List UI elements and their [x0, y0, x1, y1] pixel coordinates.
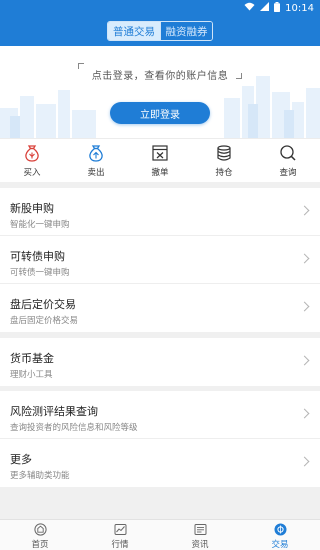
home-icon [33, 523, 47, 536]
menu-item-subtitle: 智能化一键申购 [10, 220, 70, 230]
trade-mode-switch: 普通交易 融资融券 [107, 21, 213, 41]
top-header: 普通交易 融资融券 [0, 16, 320, 46]
login-hint-text: 点击登录，查看你的账户信息 [91, 71, 229, 82]
quick-action-label: 持仓 [215, 168, 233, 178]
chevron-right-icon [299, 456, 310, 467]
chevron-right-icon [299, 301, 310, 312]
wifi-icon [244, 2, 255, 14]
quick-action-buy[interactable]: 买入 [0, 139, 64, 182]
tab-market[interactable]: 行情 [90, 520, 150, 550]
login-banner: 点击登录，查看你的账户信息 立即登录 [0, 46, 320, 138]
city-skyline-illustration [0, 76, 320, 138]
sell-moneybag-icon [89, 145, 103, 162]
quick-action-cancel-order[interactable]: 撤单 [128, 139, 192, 182]
quick-action-label: 买入 [23, 168, 41, 178]
menu-item-subtitle: 盘后固定价格交易 [10, 316, 79, 326]
menu-item-title: 货币基金 [10, 352, 54, 365]
quick-actions: 买入 卖出 撤单 持仓 查询 [0, 138, 320, 182]
menu-group-other: 风险测评结果查询 查询投资者的风险信息和风险等级 更多 更多辅助类功能 [0, 391, 320, 487]
menu-item-ipo-subscription[interactable]: 新股申购 智能化一键申购 [0, 188, 320, 236]
menu-item-title: 风险测评结果查询 [10, 405, 98, 418]
trade-icon [274, 523, 286, 536]
menu-item-title: 盘后定价交易 [10, 298, 76, 311]
tab-normal-trade[interactable]: 普通交易 [108, 22, 160, 40]
hint-bracket-right [236, 73, 242, 79]
market-icon [114, 524, 126, 535]
quick-action-sell[interactable]: 卖出 [64, 139, 128, 182]
cancel-order-icon [152, 145, 168, 161]
status-bar: 10:14 [0, 0, 320, 16]
chevron-right-icon [299, 253, 310, 264]
quick-action-label: 卖出 [87, 168, 105, 178]
menu-item-money-fund[interactable]: 货币基金 理财小工具 [0, 338, 320, 386]
menu-item-after-hours-trading[interactable]: 盘后定价交易 盘后固定价格交易 [0, 284, 320, 332]
clock: 10:14 [285, 2, 314, 14]
menu-item-title: 可转债申购 [10, 250, 65, 263]
menu-item-more[interactable]: 更多 更多辅助类功能 [0, 439, 320, 487]
quick-action-query[interactable]: 查询 [256, 139, 320, 182]
menu-item-subtitle: 可转债一键申购 [10, 268, 70, 278]
buy-moneybag-icon [25, 145, 39, 162]
quick-action-label: 撤单 [151, 168, 169, 178]
menu-item-subtitle: 更多辅助类功能 [10, 471, 70, 481]
chevron-right-icon [299, 408, 310, 419]
menu-item-risk-assessment[interactable]: 风险测评结果查询 查询投资者的风险信息和风险等级 [0, 391, 320, 439]
news-icon [194, 524, 206, 535]
tab-label: 首页 [31, 540, 49, 550]
quick-action-holdings[interactable]: 持仓 [192, 139, 256, 182]
menu-item-convertible-bond[interactable]: 可转债申购 可转债一键申购 [0, 236, 320, 284]
quick-action-label: 查询 [279, 168, 297, 178]
tab-trade[interactable]: 交易 [250, 520, 310, 550]
tab-home[interactable]: 首页 [10, 520, 70, 550]
chevron-right-icon [299, 205, 310, 216]
login-button[interactable]: 立即登录 [110, 102, 210, 124]
tab-news[interactable]: 资讯 [170, 520, 230, 550]
tab-label: 行情 [111, 540, 129, 550]
battery-icon [274, 1, 281, 15]
coins-stack-icon [217, 145, 231, 161]
tab-margin-trade[interactable]: 融资融券 [160, 22, 212, 40]
tab-label: 资讯 [191, 540, 209, 550]
search-icon [280, 145, 296, 161]
menu-item-title: 新股申购 [10, 202, 54, 215]
bottom-tab-bar: 首页 行情 资讯 交易 [0, 519, 320, 550]
tab-label: 交易 [271, 540, 289, 550]
menu-item-subtitle: 查询投资者的风险信息和风险等级 [10, 423, 138, 433]
menu-item-title: 更多 [10, 453, 32, 466]
menu-group-subscriptions: 新股申购 智能化一键申购 可转债申购 可转债一键申购 盘后定价交易 盘后固定价格… [0, 188, 320, 332]
menu-item-subtitle: 理财小工具 [10, 370, 53, 380]
chevron-right-icon [299, 355, 310, 366]
menu-group-funds: 货币基金 理财小工具 [0, 338, 320, 386]
signal-icon [260, 2, 270, 14]
